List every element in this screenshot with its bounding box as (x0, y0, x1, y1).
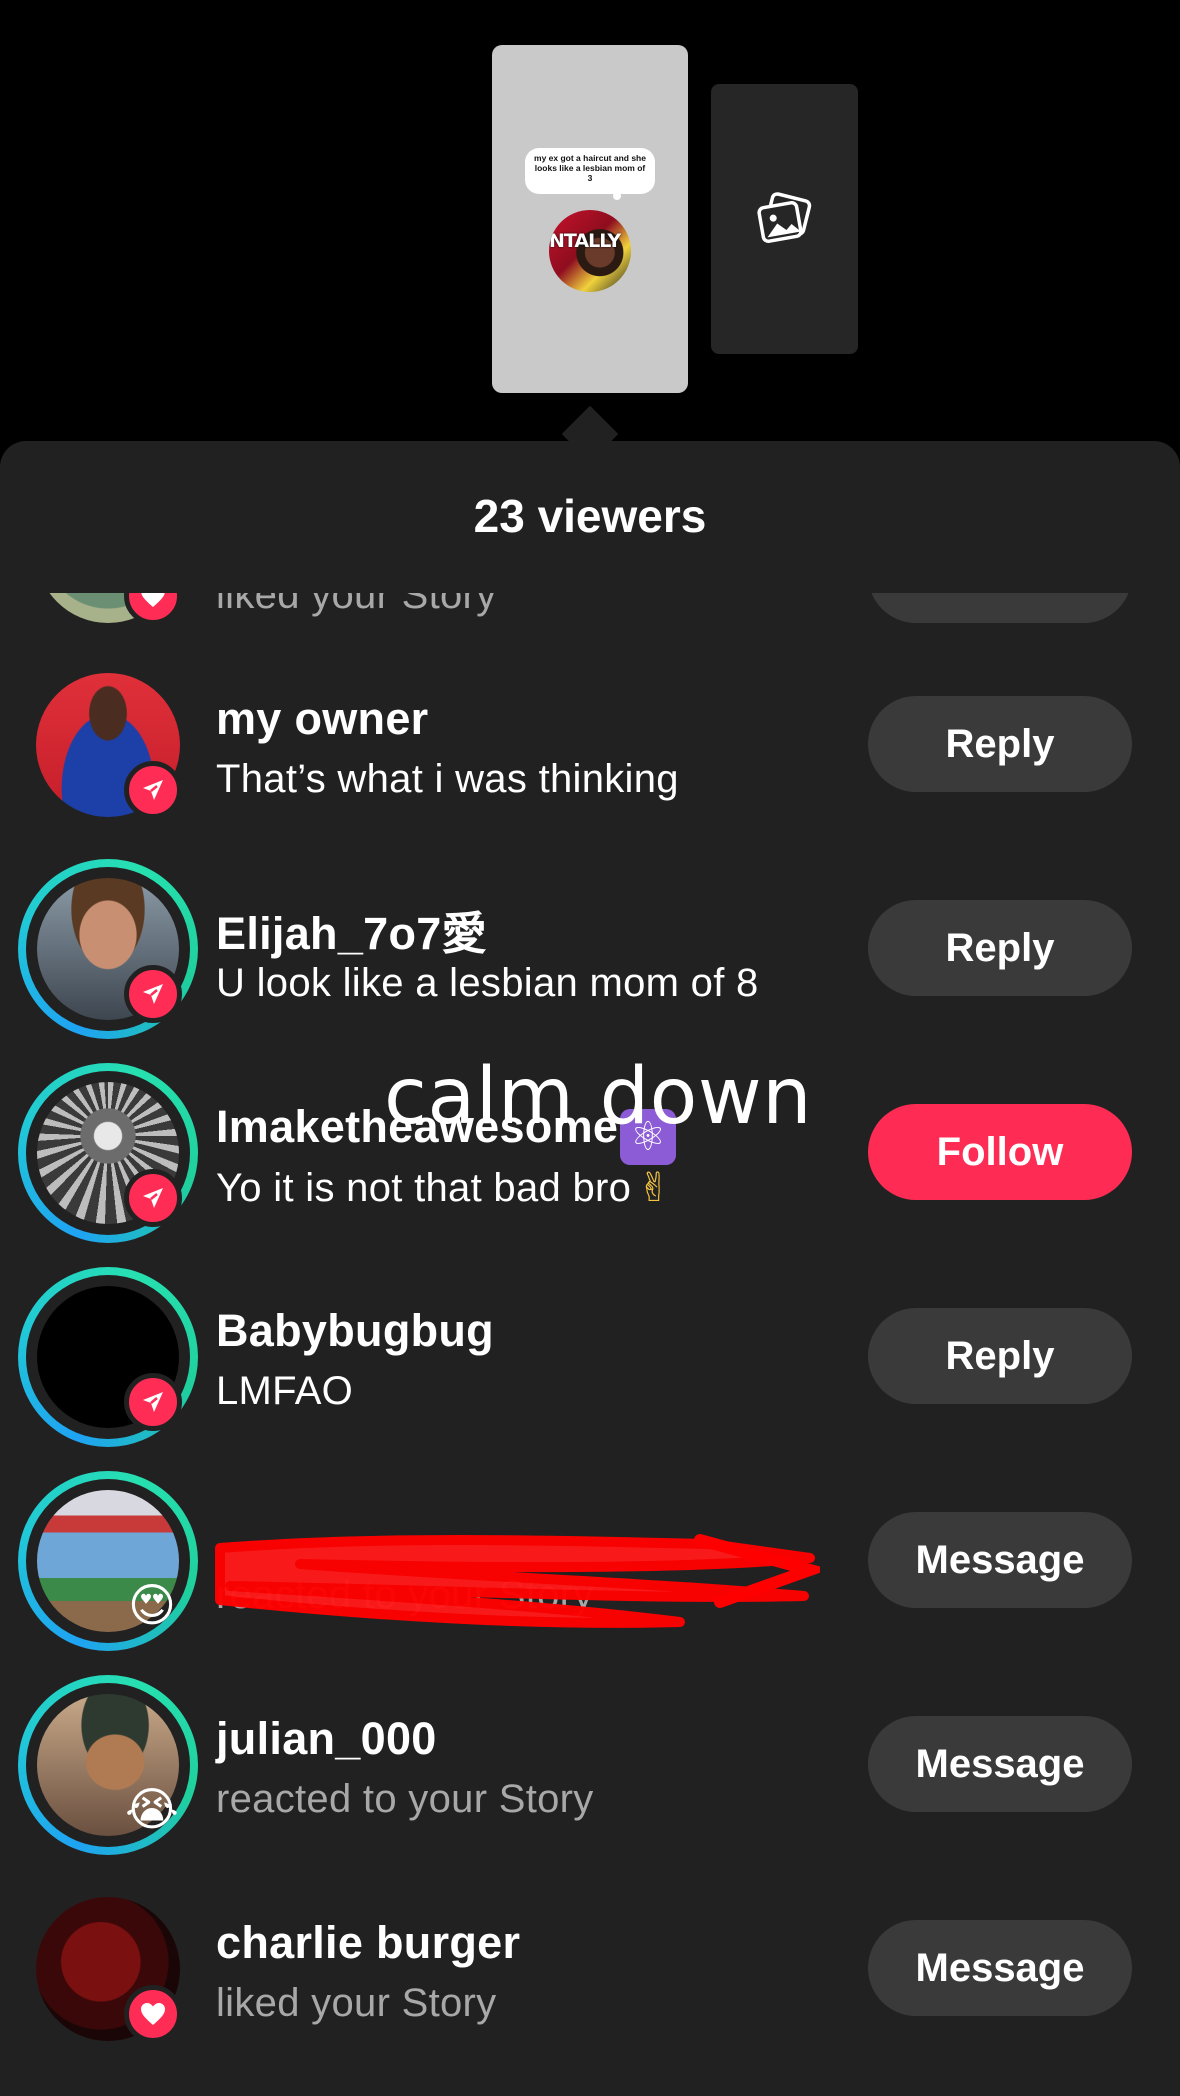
send-icon (124, 761, 182, 819)
avatar[interactable] (18, 1879, 198, 2059)
reply-button[interactable]: Reply (868, 696, 1132, 792)
viewer-row[interactable]: Elijah_7o7愛 U look like a lesbian mom of… (0, 845, 1180, 1049)
viewer-name[interactable]: Elijah_7o7愛 (216, 897, 487, 962)
story-thumbnail-image: NTALLY (549, 210, 631, 292)
reply-button[interactable]: Reply (868, 900, 1132, 996)
viewer-message: U look like a lesbian mom of 8 (216, 961, 759, 1005)
story-strip: my ex got a haircut and she looks like a… (0, 0, 1180, 440)
follow-button[interactable]: Follow (868, 1104, 1132, 1200)
send-icon (124, 1373, 182, 1431)
story-caption-bubble: my ex got a haircut and she looks like a… (525, 148, 655, 200)
add-story-tile[interactable] (711, 84, 858, 354)
heart-icon (124, 593, 182, 625)
viewer-activity: liked your Story (216, 593, 497, 617)
message-button[interactable]: Message (868, 1512, 1132, 1608)
viewer-row[interactable]: Babybugbug LMFAO Reply (0, 1253, 1180, 1457)
viewer-name[interactable]: julian_000 (216, 1713, 437, 1765)
viewer-name[interactable]: my owner (216, 693, 428, 745)
heart-icon (124, 1985, 182, 2043)
viewer-activity: reacted to your Story (216, 1777, 594, 1821)
viewer-action-button[interactable] (868, 593, 1132, 623)
avatar[interactable] (18, 593, 198, 641)
viewer-name[interactable]: Babybugbug (216, 1305, 494, 1357)
viewer-activity: liked your Story (216, 1981, 497, 2025)
viewer-message: LMFAO (216, 1369, 354, 1413)
gallery-icon (756, 192, 811, 243)
avatar[interactable] (18, 859, 198, 1039)
send-icon (124, 965, 182, 1023)
viewer-message: Yo it is not that bad bro ✌ (216, 1165, 672, 1211)
thumb-overlay-text: NTALLY (549, 230, 621, 252)
viewer-row[interactable]: 😭 julian_000 reacted to your Story Messa… (0, 1661, 1180, 1865)
crying-emoji-icon: 😭 (125, 1782, 179, 1836)
viewer-row[interactable]: charlie burger liked your Story Message (0, 1865, 1180, 2069)
viewer-name[interactable]: charlie burger (216, 1917, 520, 1969)
viewers-list: liked your Story my owner That’s what i … (0, 593, 1180, 2096)
story-thumbnail[interactable]: my ex got a haircut and she looks like a… (492, 45, 688, 393)
viewers-count-title: 23 viewers (473, 490, 707, 542)
viewer-message: That’s what i was thinking (216, 757, 679, 801)
avatar[interactable] (18, 655, 198, 835)
send-icon (124, 1169, 182, 1227)
message-button[interactable]: Message (868, 1920, 1132, 2016)
victory-hand-icon: ✌ (637, 1165, 672, 1211)
redaction-scribble (215, 1534, 820, 1628)
avatar[interactable] (18, 1063, 198, 1243)
viewer-row[interactable]: my owner That’s what i was thinking Repl… (0, 641, 1180, 845)
overlay-caption: calm down (384, 1052, 813, 1142)
reply-button[interactable]: Reply (868, 1308, 1132, 1404)
viewers-sheet: 23 viewers liked your Story my owner Tha (0, 441, 1180, 2096)
message-button[interactable]: Message (868, 1716, 1132, 1812)
avatar[interactable]: 😭 (18, 1675, 198, 1855)
avatar[interactable] (18, 1267, 198, 1447)
